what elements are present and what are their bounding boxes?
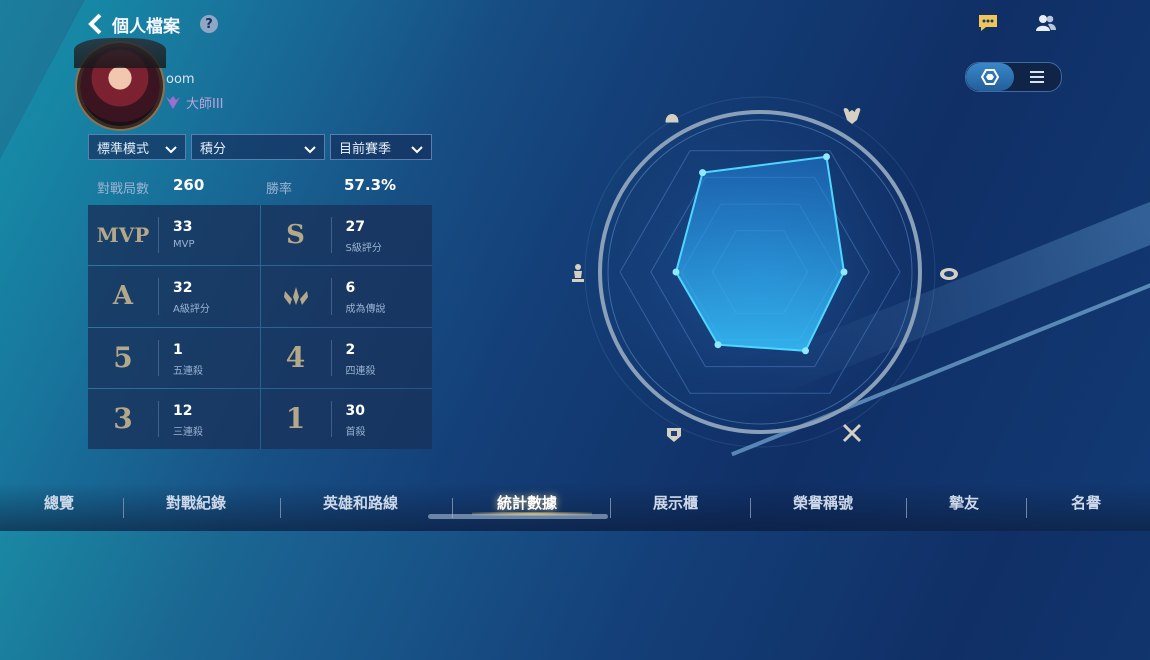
stat-cell: 1 30 首殺 — [260, 388, 432, 449]
mvp-icon: MVP — [96, 223, 150, 248]
stat-cell: 5 1 五連殺 — [88, 327, 260, 388]
chevron-down-icon — [411, 143, 423, 154]
stat-label: MVP — [173, 239, 195, 250]
page-title: 個人檔案 — [112, 16, 180, 37]
rank-label: 大師III — [186, 97, 224, 112]
stat-label: S級評分 — [345, 243, 382, 254]
stat-cell: S 27 S級評分 — [260, 205, 432, 266]
type-dropdown-label: 積分 — [200, 141, 227, 157]
legend-icon — [261, 266, 331, 326]
scrollbar[interactable] — [428, 514, 608, 519]
radar-point — [823, 153, 830, 161]
rank-icon — [164, 95, 182, 111]
username: oom — [166, 72, 195, 87]
quadra-kill-icon: 4 — [285, 341, 306, 375]
hexagon-icon — [980, 69, 999, 85]
stat-label: 首殺 — [345, 426, 366, 438]
tank-icon — [938, 262, 960, 284]
radar-chart — [560, 92, 960, 452]
avatar[interactable] — [74, 38, 166, 126]
radar-point — [840, 268, 848, 276]
season-dropdown[interactable]: 目前賽季 — [330, 134, 432, 160]
tab-honor-titles[interactable]: 榮譽稱號 — [793, 492, 853, 513]
stat-value: 32 — [173, 280, 193, 297]
summary-row: 對戰局數 260 勝率 57.3% — [97, 175, 437, 197]
tab-overview[interactable]: 總覽 — [44, 492, 74, 513]
radar-point — [699, 169, 707, 177]
winrate-label: 勝率 — [266, 182, 293, 197]
stat-label: 四連殺 — [345, 365, 376, 377]
help-icon[interactable]: ? — [200, 15, 218, 33]
list-view-button[interactable] — [1014, 63, 1062, 91]
tab-showcase[interactable]: 展示櫃 — [653, 492, 698, 513]
radar-point — [714, 341, 722, 349]
ram-skull-icon — [841, 105, 863, 127]
chess-piece-icon — [567, 262, 589, 284]
stat-cell: MVP 33 MVP — [88, 205, 260, 266]
view-toggle[interactable] — [965, 62, 1062, 92]
first-blood-icon: 1 — [285, 402, 306, 436]
stat-cell: 4 2 四連殺 — [260, 327, 432, 388]
tab-best-friends[interactable]: 摯友 — [949, 492, 979, 513]
matches-value: 260 — [173, 176, 205, 194]
triple-kill-icon: 3 — [113, 402, 133, 436]
crossed-swords-icon — [841, 422, 863, 444]
back-arrow-icon[interactable] — [88, 12, 104, 36]
tab-statistics[interactable]: 統計數據 — [497, 492, 557, 513]
stat-label: A級評分 — [173, 304, 210, 316]
season-dropdown-label: 目前賽季 — [339, 141, 392, 157]
stat-cell: 6 成為傳說 — [260, 266, 432, 327]
tab-heroes-lanes[interactable]: 英雄和路線 — [323, 492, 398, 513]
chevron-down-icon — [165, 143, 177, 154]
radar-point — [802, 347, 809, 355]
stat-value: 6 — [345, 280, 356, 297]
matches-label: 對戰局數 — [97, 182, 150, 197]
rank-badge: 大師III — [164, 93, 224, 112]
stat-value: 2 — [345, 341, 356, 358]
friends-icon[interactable] — [1034, 12, 1058, 34]
stat-value: 30 — [345, 402, 365, 419]
radar-view-button[interactable] — [966, 63, 1014, 91]
stat-value: 12 — [173, 402, 193, 419]
stat-value: 33 — [173, 219, 193, 235]
shield-icon — [663, 424, 685, 446]
winrate-value: 57.3% — [344, 176, 397, 194]
mode-dropdown-label: 標準模式 — [97, 141, 150, 157]
type-dropdown[interactable]: 積分 — [191, 134, 325, 160]
stat-value: 1 — [173, 341, 183, 358]
radar-point — [672, 268, 680, 276]
header: 個人檔案 ? — [88, 10, 218, 38]
helmet-icon — [661, 105, 683, 127]
stat-cell: A 32 A級評分 — [88, 266, 260, 327]
stat-label: 三連殺 — [173, 426, 203, 438]
a-rank-icon: A — [112, 281, 134, 312]
mode-dropdown[interactable]: 標準模式 — [88, 134, 186, 160]
s-rank-icon: S — [286, 220, 305, 251]
stat-value: 27 — [345, 219, 365, 235]
list-icon — [1030, 71, 1045, 83]
penta-kill-icon: 5 — [113, 341, 133, 375]
chevron-down-icon — [304, 143, 316, 154]
stat-label: 成為傳說 — [345, 304, 386, 316]
tab-reputation[interactable]: 名譽 — [1071, 492, 1101, 513]
stats-grid: MVP 33 MVP S 27 S級評分 A 32 A級評分 6 成為傳說 5 … — [88, 205, 432, 449]
stat-cell: 3 12 三連殺 — [88, 388, 260, 449]
stat-label: 五連殺 — [173, 365, 203, 377]
chat-icon[interactable] — [976, 12, 1000, 34]
tab-match-history[interactable]: 對戰紀錄 — [166, 492, 226, 513]
